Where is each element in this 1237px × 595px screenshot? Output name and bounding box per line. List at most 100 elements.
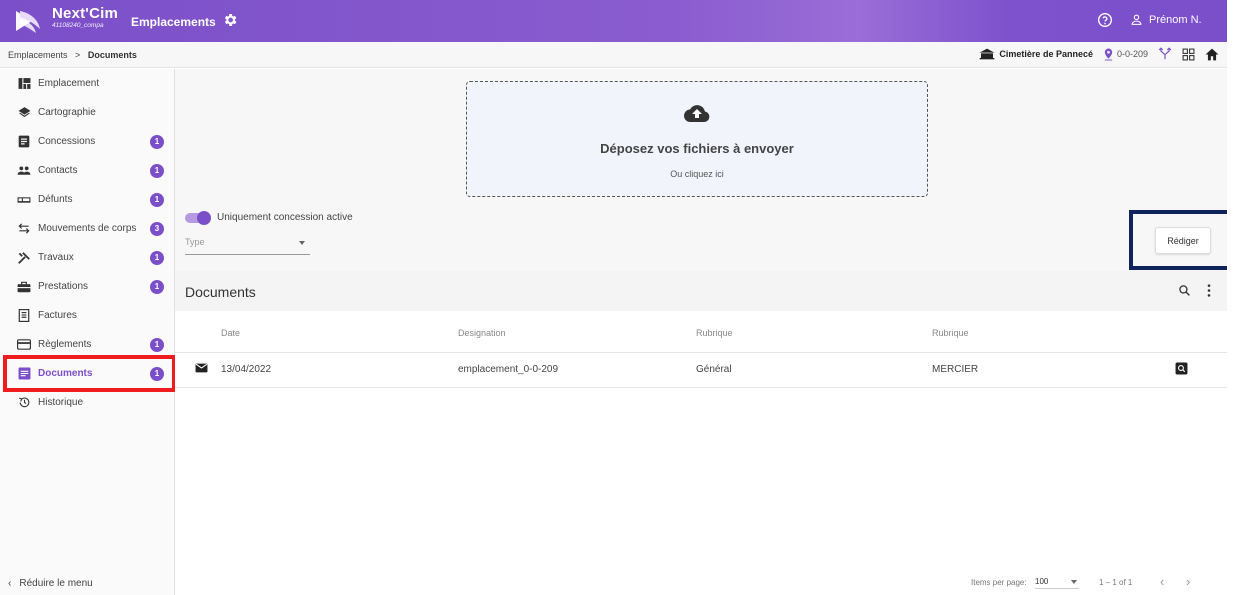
documents-actions bbox=[1178, 284, 1211, 302]
breadcrumb-parent[interactable]: Emplacements bbox=[8, 50, 68, 60]
count-badge: 3 bbox=[150, 221, 164, 236]
cemetery-selector[interactable]: Cimetière de Pannecé bbox=[979, 48, 1093, 60]
window-edge bbox=[1227, 0, 1237, 595]
items-per-page-value: 100 bbox=[1035, 577, 1049, 586]
user-name: Prénom N. bbox=[1149, 13, 1202, 26]
location-selector[interactable]: 0-0-209 bbox=[1103, 48, 1148, 61]
module-title: Emplacements bbox=[131, 15, 216, 29]
table-row[interactable]: 13/04/2022 emplacement_0-0-209 Général M… bbox=[175, 353, 1227, 388]
active-concession-toggle-label: Uniquement concession active bbox=[217, 212, 353, 223]
main-content: Déposez vos fichiers à envoyer Ou clique… bbox=[175, 69, 1237, 595]
count-badge: 1 bbox=[150, 163, 164, 178]
documents-table: Date Designation Rubrique Rubrique 13/04… bbox=[175, 311, 1227, 388]
column-header-rubrique[interactable]: Rubrique bbox=[696, 328, 733, 338]
context-toolbar: Cimetière de Pannecé 0-0-209 bbox=[979, 47, 1219, 61]
collapse-menu-button[interactable]: ‹ Réduire le menu bbox=[8, 578, 93, 589]
brand-name: Next'Cim bbox=[52, 5, 119, 22]
breadcrumb: Emplacements > Documents bbox=[8, 50, 137, 60]
paginator: Items per page: 100 1 – 1 of 1 ‹ › bbox=[175, 569, 1227, 595]
merge-icon[interactable] bbox=[1158, 47, 1172, 61]
column-header-designation[interactable]: Designation bbox=[458, 328, 506, 338]
cloud-upload-icon bbox=[683, 105, 710, 123]
cell-designation: emplacement_0-0-209 bbox=[458, 364, 559, 375]
sidebar-item-cartographie[interactable]: Cartographie bbox=[0, 98, 174, 127]
sidebar-item-concessions[interactable]: Concessions 1 bbox=[0, 127, 174, 156]
app-header: Next'Cim 41108240_compa Emplacements Pré… bbox=[0, 0, 1227, 42]
active-concession-toggle[interactable] bbox=[185, 210, 211, 225]
history-icon bbox=[17, 396, 31, 410]
column-header-date[interactable]: Date bbox=[221, 328, 240, 338]
count-badge: 1 bbox=[150, 250, 164, 265]
sidebar-item-defunts[interactable]: Défunts 1 bbox=[0, 185, 174, 214]
count-badge: 1 bbox=[150, 192, 164, 207]
user-menu[interactable]: Prénom N. bbox=[1130, 13, 1202, 26]
items-per-page-select[interactable]: 100 bbox=[1035, 577, 1079, 589]
dropzone-subtitle: Ou cliquez ici bbox=[670, 169, 724, 179]
cell-rubrique: Général bbox=[696, 364, 732, 375]
sidebar-item-label: Mouvements de corps bbox=[38, 223, 137, 234]
user-icon bbox=[1131, 14, 1142, 25]
sidebar-item-contacts[interactable]: Contacts 1 bbox=[0, 156, 174, 185]
search-icon[interactable] bbox=[1178, 284, 1191, 302]
preview-icon[interactable] bbox=[1175, 362, 1188, 378]
logo-icon bbox=[16, 11, 40, 33]
briefcase-icon bbox=[17, 280, 31, 294]
tools-icon bbox=[17, 251, 31, 265]
bed-icon bbox=[17, 193, 31, 207]
type-select[interactable]: Type bbox=[185, 237, 310, 255]
pin-icon bbox=[1104, 48, 1113, 60]
gear-icon[interactable] bbox=[222, 12, 238, 28]
cemetery-name: Cimetière de Pannecé bbox=[999, 49, 1093, 59]
sidebar-item-prestations[interactable]: Prestations 1 bbox=[0, 272, 174, 301]
table-header: Date Designation Rubrique Rubrique bbox=[175, 311, 1227, 353]
highlight-box-documents bbox=[3, 355, 176, 392]
layers-icon bbox=[17, 106, 31, 120]
people-icon bbox=[17, 164, 31, 178]
sidebar-item-label: Prestations bbox=[38, 281, 89, 292]
sidebar: Emplacement Cartographie Concessions 1 Conta… bbox=[0, 69, 175, 595]
sidebar-item-label: Emplacement bbox=[38, 78, 100, 89]
items-per-page-label: Items per page: bbox=[971, 578, 1027, 587]
sidebar-item-label: Défunts bbox=[38, 194, 73, 205]
file-dropzone[interactable]: Déposez vos fichiers à envoyer Ou clique… bbox=[466, 81, 928, 197]
sidebar-item-label: Contacts bbox=[38, 165, 78, 176]
sidebar-item-emplacement[interactable]: Emplacement bbox=[0, 69, 174, 98]
document-icon bbox=[17, 135, 31, 149]
upload-panel: Déposez vos fichiers à envoyer Ou clique… bbox=[175, 69, 1237, 271]
more-vert-icon[interactable] bbox=[1207, 284, 1211, 302]
swap-icon bbox=[17, 222, 31, 236]
column-header-rubrique-2[interactable]: Rubrique bbox=[932, 328, 969, 338]
home-icon[interactable] bbox=[1205, 48, 1219, 61]
brand-subtitle: 41108240_compa bbox=[52, 22, 104, 29]
chevron-left-icon: ‹ bbox=[8, 578, 12, 589]
grid-view-icon[interactable] bbox=[1182, 48, 1195, 61]
dropzone-title: Déposez vos fichiers à envoyer bbox=[600, 141, 794, 156]
cell-rubrique-2: MERCIER bbox=[932, 364, 979, 375]
documents-title: Documents bbox=[185, 284, 256, 300]
rediger-button[interactable]: Rédiger bbox=[1155, 227, 1211, 254]
help-icon[interactable] bbox=[1097, 12, 1113, 28]
sidebar-item-label: Concessions bbox=[38, 136, 96, 147]
active-concession-toggle-row: Uniquement concession active bbox=[185, 210, 353, 225]
sidebar-item-factures[interactable]: Factures bbox=[0, 301, 174, 330]
card-icon bbox=[17, 338, 31, 352]
sidebar-item-label: Factures bbox=[38, 310, 77, 321]
grid-icon bbox=[17, 77, 31, 91]
documents-header: Documents bbox=[175, 271, 1227, 311]
sidebar-item-label: Cartographie bbox=[38, 107, 96, 118]
mail-icon bbox=[195, 363, 208, 376]
count-badge: 1 bbox=[150, 279, 164, 294]
sidebar-item-label: Travaux bbox=[38, 252, 74, 263]
receipt-icon bbox=[17, 309, 31, 323]
sidebar-item-travaux[interactable]: Travaux 1 bbox=[0, 243, 174, 272]
breadcrumb-separator: > bbox=[75, 50, 81, 60]
previous-page-button[interactable]: ‹ bbox=[1160, 574, 1164, 589]
next-page-button[interactable]: › bbox=[1186, 574, 1190, 589]
sidebar-item-historique[interactable]: Historique bbox=[0, 388, 174, 417]
breadcrumb-current: Documents bbox=[87, 50, 137, 60]
page-range: 1 – 1 of 1 bbox=[1099, 578, 1133, 587]
cell-date: 13/04/2022 bbox=[221, 364, 272, 375]
dropdown-caret-icon bbox=[299, 241, 305, 245]
location-code: 0-0-209 bbox=[1116, 49, 1148, 59]
sidebar-item-mouvements-de-corps[interactable]: Mouvements de corps 3 bbox=[0, 214, 174, 243]
